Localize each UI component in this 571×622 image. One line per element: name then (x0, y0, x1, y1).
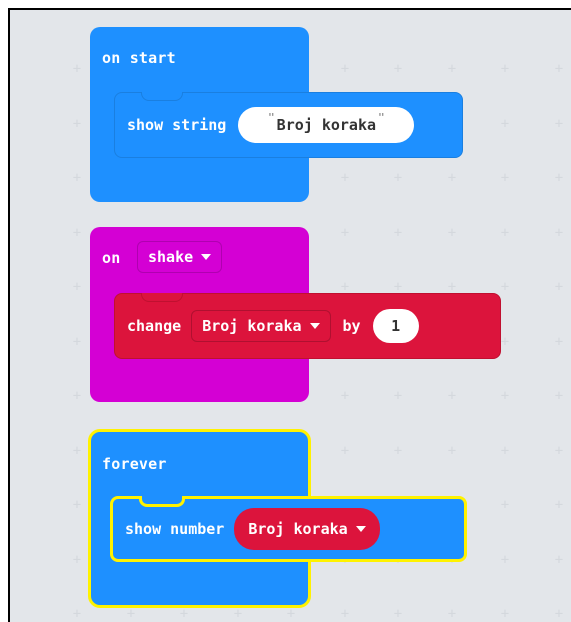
change-label: change (127, 317, 182, 335)
grid-plus-mark: + (500, 552, 510, 568)
variable-value: Broj koraka (202, 317, 302, 335)
grid-plus-mark: + (554, 61, 564, 77)
grid-plus-mark: + (500, 443, 510, 459)
block-notch (141, 92, 183, 101)
grid-plus-mark: + (500, 388, 510, 404)
chevron-down-icon (355, 526, 366, 532)
grid-plus-mark: + (500, 606, 510, 622)
grid-plus-mark: + (72, 116, 82, 132)
grid-plus-mark: + (340, 225, 350, 241)
string-value: Broj koraka (276, 116, 377, 134)
grid-plus-mark: + (340, 170, 350, 186)
gesture-value: shake (148, 248, 194, 266)
grid-plus-mark: + (72, 443, 82, 459)
on-start-label: on start (102, 49, 176, 67)
grid-plus-mark: + (340, 61, 350, 77)
block-notch (139, 496, 185, 507)
grid-plus-mark: + (500, 497, 510, 513)
grid-plus-mark: + (72, 225, 82, 241)
grid-plus-mark: + (500, 116, 510, 132)
grid-plus-mark: + (447, 606, 457, 622)
grid-plus-mark: + (500, 170, 510, 186)
string-close-quote: " (378, 111, 385, 124)
grid-plus-mark: + (554, 116, 564, 132)
by-label: by (342, 317, 361, 335)
grid-plus-mark: + (72, 552, 82, 568)
grid-plus-mark: + (340, 279, 350, 295)
grid-plus-mark: + (447, 225, 457, 241)
string-open-quote: " (268, 111, 275, 124)
block-notch (141, 293, 183, 302)
gesture-dropdown[interactable]: shake (137, 241, 223, 273)
grid-plus-mark: + (393, 279, 403, 295)
reporter-value: Broj koraka (248, 520, 348, 538)
grid-plus-mark: + (500, 61, 510, 77)
amount-input[interactable]: 1 (372, 309, 419, 343)
change-variable-block[interactable]: change Broj koraka by 1 (114, 293, 501, 359)
grid-plus-mark: + (554, 388, 564, 404)
forever-label: forever (102, 455, 167, 473)
show-string-label: show string (127, 116, 227, 134)
grid-plus-mark: + (393, 388, 403, 404)
grid-plus-mark: + (72, 61, 82, 77)
show-string-block[interactable]: show string " Broj koraka " (114, 92, 463, 158)
grid-plus-mark: + (72, 388, 82, 404)
grid-plus-mark: + (340, 388, 350, 404)
grid-plus-mark: + (554, 606, 564, 622)
grid-plus-mark: + (393, 443, 403, 459)
variable-dropdown[interactable]: Broj koraka (191, 310, 331, 342)
grid-plus-mark: + (554, 170, 564, 186)
chevron-down-icon (201, 254, 212, 260)
grid-plus-mark: + (447, 170, 457, 186)
grid-plus-mark: + (447, 388, 457, 404)
grid-plus-mark: + (72, 334, 82, 350)
show-number-label: show number (125, 520, 225, 538)
grid-plus-mark: + (554, 334, 564, 350)
grid-plus-mark: + (554, 443, 564, 459)
grid-plus-mark: + (447, 443, 457, 459)
number-variable-reporter[interactable]: Broj koraka (234, 508, 380, 550)
grid-plus-mark: + (393, 61, 403, 77)
grid-plus-mark: + (233, 606, 243, 622)
amount-value: 1 (391, 317, 401, 335)
grid-plus-mark: + (554, 552, 564, 568)
on-label: on (102, 249, 121, 267)
grid-plus-mark: + (179, 606, 189, 622)
grid-plus-mark: + (393, 606, 403, 622)
string-input[interactable]: " Broj koraka " (238, 107, 415, 143)
grid-plus-mark: + (554, 497, 564, 513)
grid-plus-mark: + (72, 606, 82, 622)
grid-plus-mark: + (340, 443, 350, 459)
grid-plus-mark: + (126, 606, 136, 622)
grid-plus-mark: + (447, 61, 457, 77)
grid-plus-mark: + (447, 279, 457, 295)
grid-plus-mark: + (393, 170, 403, 186)
chevron-down-icon (309, 323, 320, 329)
grid-plus-mark: + (393, 225, 403, 241)
grid-plus-mark: + (500, 225, 510, 241)
grid-plus-mark: + (554, 279, 564, 295)
grid-plus-mark: + (72, 279, 82, 295)
grid-plus-mark: + (72, 170, 82, 186)
grid-plus-mark: + (500, 279, 510, 295)
grid-plus-mark: + (286, 606, 296, 622)
grid-plus-mark: + (72, 497, 82, 513)
show-number-block[interactable]: show number Broj koraka (110, 496, 467, 562)
grid-plus-mark: + (554, 225, 564, 241)
grid-plus-mark: + (340, 606, 350, 622)
blocks-workspace[interactable]: + + + + + + + + + + + + + + + + + + + + + + + + + + + + + + + + + + + + + + + +… (8, 8, 571, 622)
